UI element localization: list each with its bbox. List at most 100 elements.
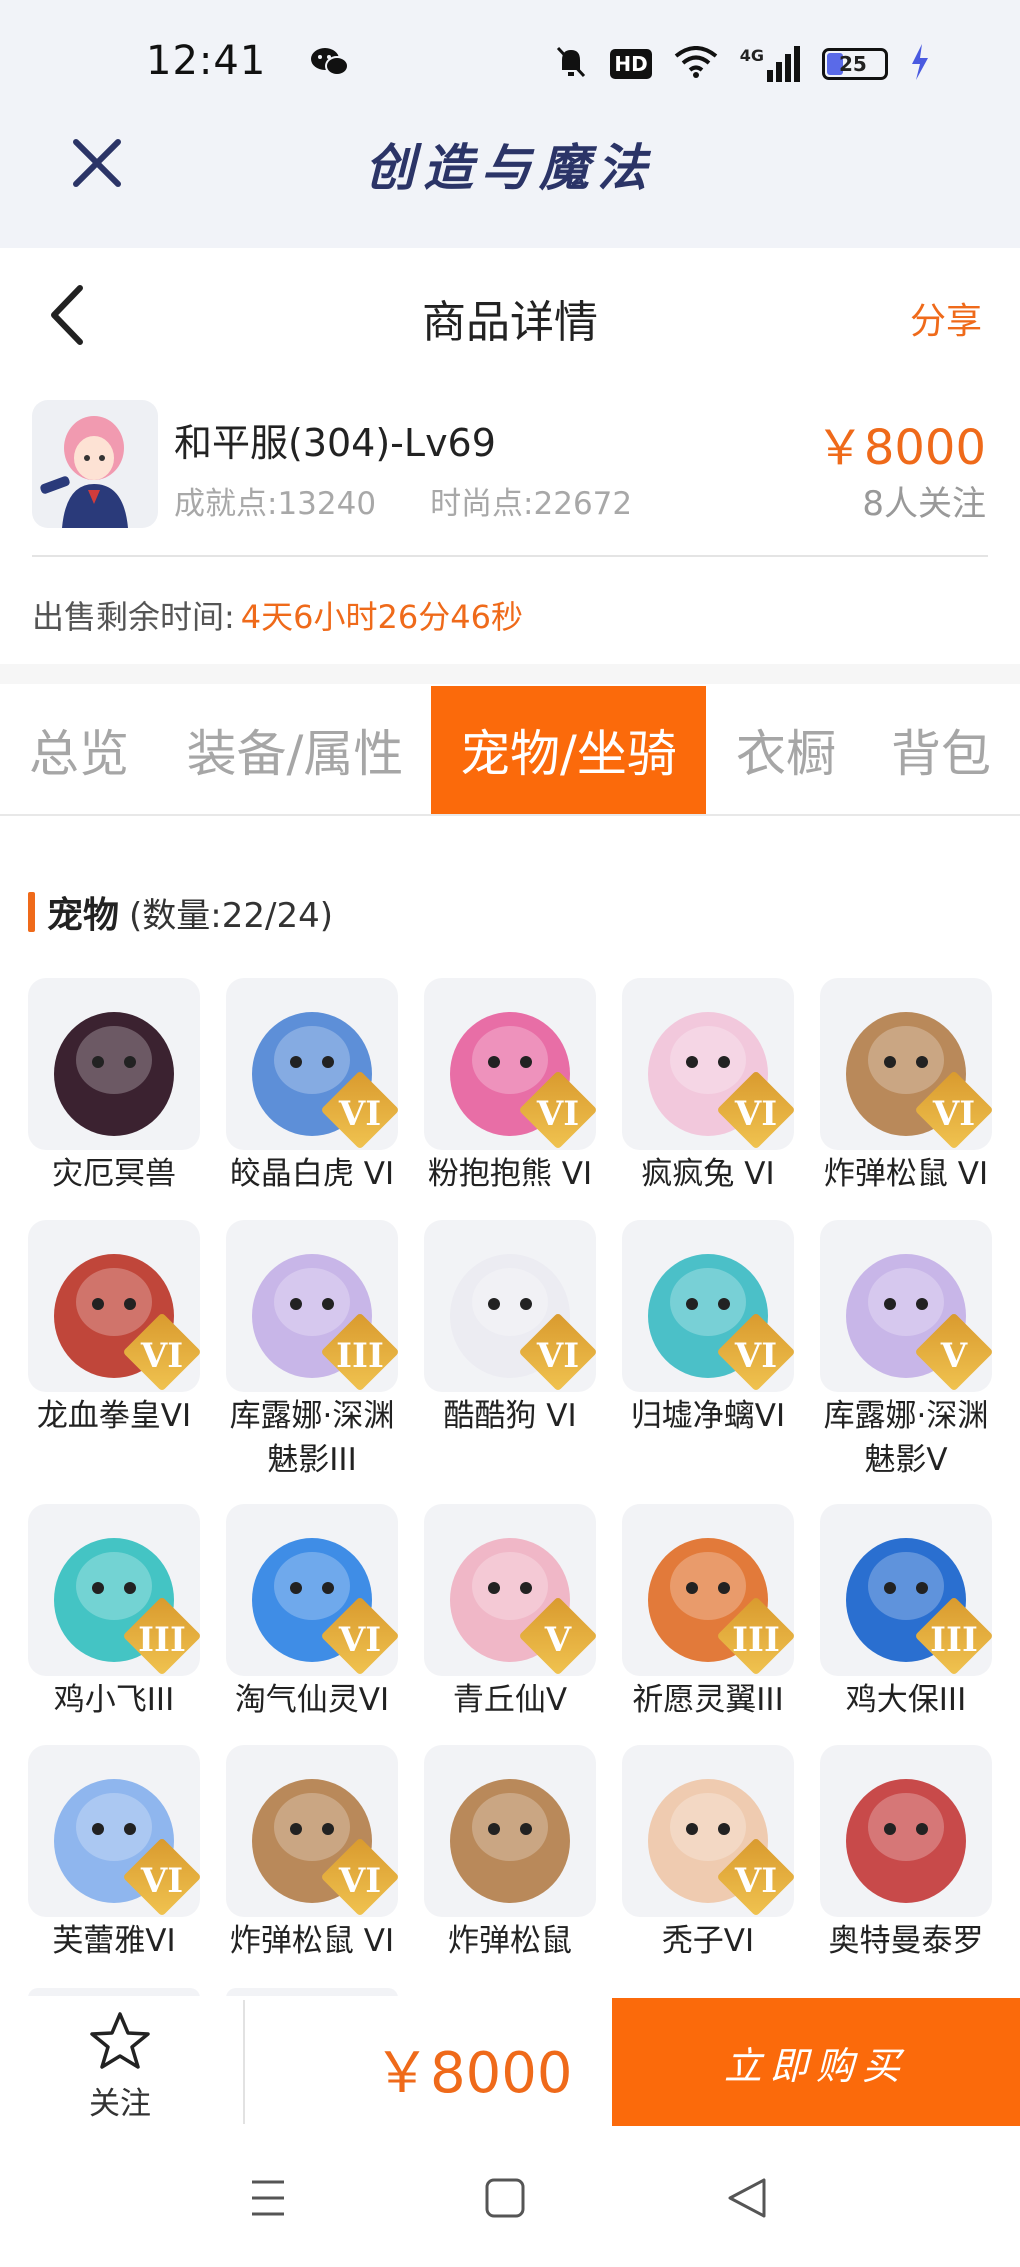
pet-name: 炸弹松鼠 VI	[823, 1156, 989, 1192]
follow-label: 关注	[89, 2086, 151, 2122]
pet-name: 炸弹松鼠 VI	[229, 1923, 395, 1959]
sale-remaining-time: 出售剩余时间: 4天6小时26分46秒	[32, 592, 523, 638]
price: ￥8000	[815, 420, 986, 476]
divider	[243, 2000, 245, 2124]
pet-card[interactable]: V 青丘仙V	[422, 1504, 598, 1722]
pet-image: VI	[226, 1504, 398, 1676]
pet-name: 疯疯兔 VI	[641, 1156, 775, 1192]
section-title: 宠物	[47, 895, 120, 936]
pet-image: III	[820, 1504, 992, 1676]
pet-name: 秃子VI	[661, 1923, 755, 1959]
share-button[interactable]: 分享	[910, 292, 982, 344]
tier-badge-label: VI	[338, 1861, 382, 1901]
mute-icon	[554, 44, 588, 84]
pet-image: VI	[622, 1745, 794, 1917]
pet-card[interactable]: VI 秃子VI	[620, 1745, 796, 1963]
buy-now-button[interactable]: 立即购买	[612, 1998, 1020, 2126]
triangle-back-icon	[728, 2178, 766, 2218]
pet-card[interactable]: VI 炸弹松鼠 VI	[224, 1745, 400, 1963]
achievement-points: 成就点:13240	[174, 486, 377, 522]
follower-count: 8人关注	[862, 484, 986, 524]
bottom-price: ￥8000	[374, 2041, 573, 2106]
divider	[32, 555, 988, 557]
pet-name: 青丘仙V	[452, 1682, 568, 1718]
pet-card[interactable]: V 库露娜·深渊魅影V	[818, 1220, 994, 1482]
pet-name: 祈愿灵翼III	[632, 1682, 784, 1718]
menu-button[interactable]	[238, 2172, 298, 2226]
tier-badge-label: VI	[932, 1094, 976, 1134]
server-name: 和平服(304)-Lv69	[174, 421, 496, 465]
charging-icon	[910, 44, 930, 84]
pet-image: III	[226, 1220, 398, 1392]
pet-card[interactable]: III 鸡小飞III	[26, 1504, 202, 1722]
tier-badge-label: III	[732, 1620, 780, 1660]
page-title: 商品详情	[422, 297, 598, 348]
pet-name: 灾厄冥兽	[52, 1156, 176, 1192]
pet-image: VI	[424, 978, 596, 1150]
pet-name: 鸡大保III	[845, 1682, 967, 1718]
pet-card[interactable]: VI 皎晶白虎 VI	[224, 978, 400, 1196]
pet-card[interactable]: III 祈愿灵翼III	[620, 1504, 796, 1722]
pet-card[interactable]: VI 炸弹松鼠 VI	[818, 978, 994, 1196]
pet-card[interactable]: VI 芙蕾雅VI	[26, 1745, 202, 1963]
battery-icon: 25	[822, 48, 888, 80]
square-icon	[485, 2178, 525, 2218]
menu-icon	[252, 2180, 284, 2216]
pet-name: 龙血拳皇VI	[36, 1398, 192, 1434]
tier-badge-label: V	[940, 1336, 968, 1376]
pet-card[interactable]: VI 疯疯兔 VI	[620, 978, 796, 1196]
tier-badge-label: VI	[140, 1336, 184, 1376]
pet-count: (数量:22/24)	[129, 895, 333, 936]
character-stats: 成就点:13240 时尚点:22672	[174, 478, 632, 523]
tier-badge-label: VI	[338, 1094, 382, 1134]
wechat-icon	[310, 44, 350, 84]
pet-card[interactable]: 炸弹松鼠	[422, 1745, 598, 1963]
pet-image: VI	[424, 1220, 596, 1392]
app-title: 创造与魔法	[365, 138, 655, 197]
pet-name: 库露娜·深渊魅影III	[229, 1398, 395, 1478]
pet-image	[820, 1745, 992, 1917]
status-icons: HD 4G 25	[310, 44, 930, 84]
pet-card[interactable]: VI 淘气仙灵VI	[224, 1504, 400, 1722]
tab-overview[interactable]: 总览	[0, 686, 158, 814]
pet-image: VI	[28, 1220, 200, 1392]
pet-card[interactable]: VI 归墟净螭VI	[620, 1220, 796, 1438]
pet-image: III	[622, 1504, 794, 1676]
tier-badge-label: VI	[536, 1336, 580, 1376]
pet-card[interactable]: VI 粉抱抱熊 VI	[422, 978, 598, 1196]
battery-level: 25	[839, 52, 867, 76]
pet-image: V	[820, 1220, 992, 1392]
tier-badge-label: VI	[734, 1094, 778, 1134]
tier-badge-label: VI	[536, 1094, 580, 1134]
follow-button[interactable]: 关注	[60, 2010, 180, 2122]
pet-image: VI	[622, 1220, 794, 1392]
pet-name: 奥特曼泰罗	[828, 1923, 984, 1959]
tier-badge-label: III	[336, 1336, 384, 1376]
pet-name: 归墟净螭VI	[630, 1398, 786, 1434]
tab-equipment[interactable]: 装备/属性	[170, 686, 420, 814]
pet-card[interactable]: 奥特曼泰罗	[818, 1745, 994, 1963]
tab-pets-mounts[interactable]: 宠物/坐骑	[431, 686, 706, 814]
pet-name: 库露娜·深渊魅影V	[823, 1398, 989, 1478]
home-button[interactable]	[474, 2172, 534, 2226]
tab-wardrobe[interactable]: 衣橱	[716, 686, 856, 814]
tier-badge-label: V	[544, 1620, 572, 1660]
pet-card[interactable]: VI 龙血拳皇VI	[26, 1220, 202, 1438]
pet-image: V	[424, 1504, 596, 1676]
pet-name: 皎晶白虎 VI	[229, 1156, 395, 1192]
pet-card[interactable]: VI 酷酷狗 VI	[422, 1220, 598, 1438]
signal-icon: 4G	[740, 46, 800, 82]
pet-card[interactable]: III 鸡大保III	[818, 1504, 994, 1722]
tier-badge-label: III	[138, 1620, 186, 1660]
wifi-icon	[674, 46, 718, 82]
hd-icon: HD	[610, 49, 652, 79]
pet-image: VI	[226, 978, 398, 1150]
pet-name: 酷酷狗 VI	[443, 1398, 577, 1434]
tab-backpack[interactable]: 背包	[870, 686, 1012, 814]
back-nav-button[interactable]	[718, 2172, 778, 2226]
pet-card[interactable]: III 库露娜·深渊魅影III	[224, 1220, 400, 1482]
pet-card[interactable]: 灾厄冥兽	[26, 978, 202, 1196]
pet-name: 炸弹松鼠	[448, 1923, 572, 1959]
pet-image: VI	[622, 978, 794, 1150]
section-gap	[0, 664, 1020, 684]
